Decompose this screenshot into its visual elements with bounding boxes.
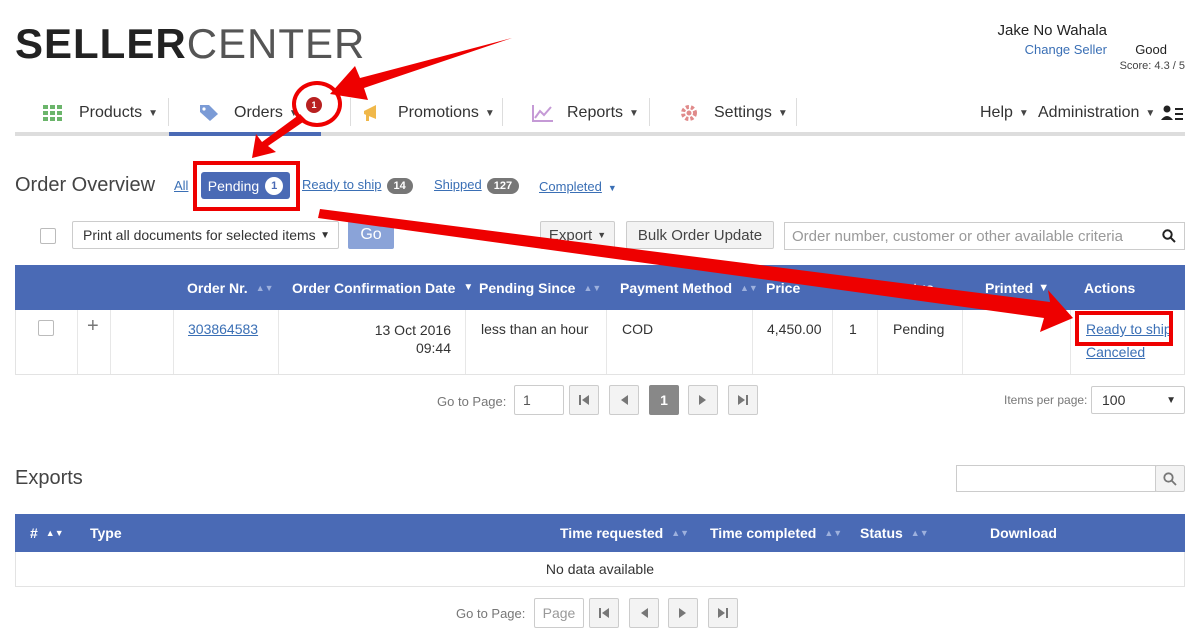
annotation-arrows [252, 38, 1073, 332]
